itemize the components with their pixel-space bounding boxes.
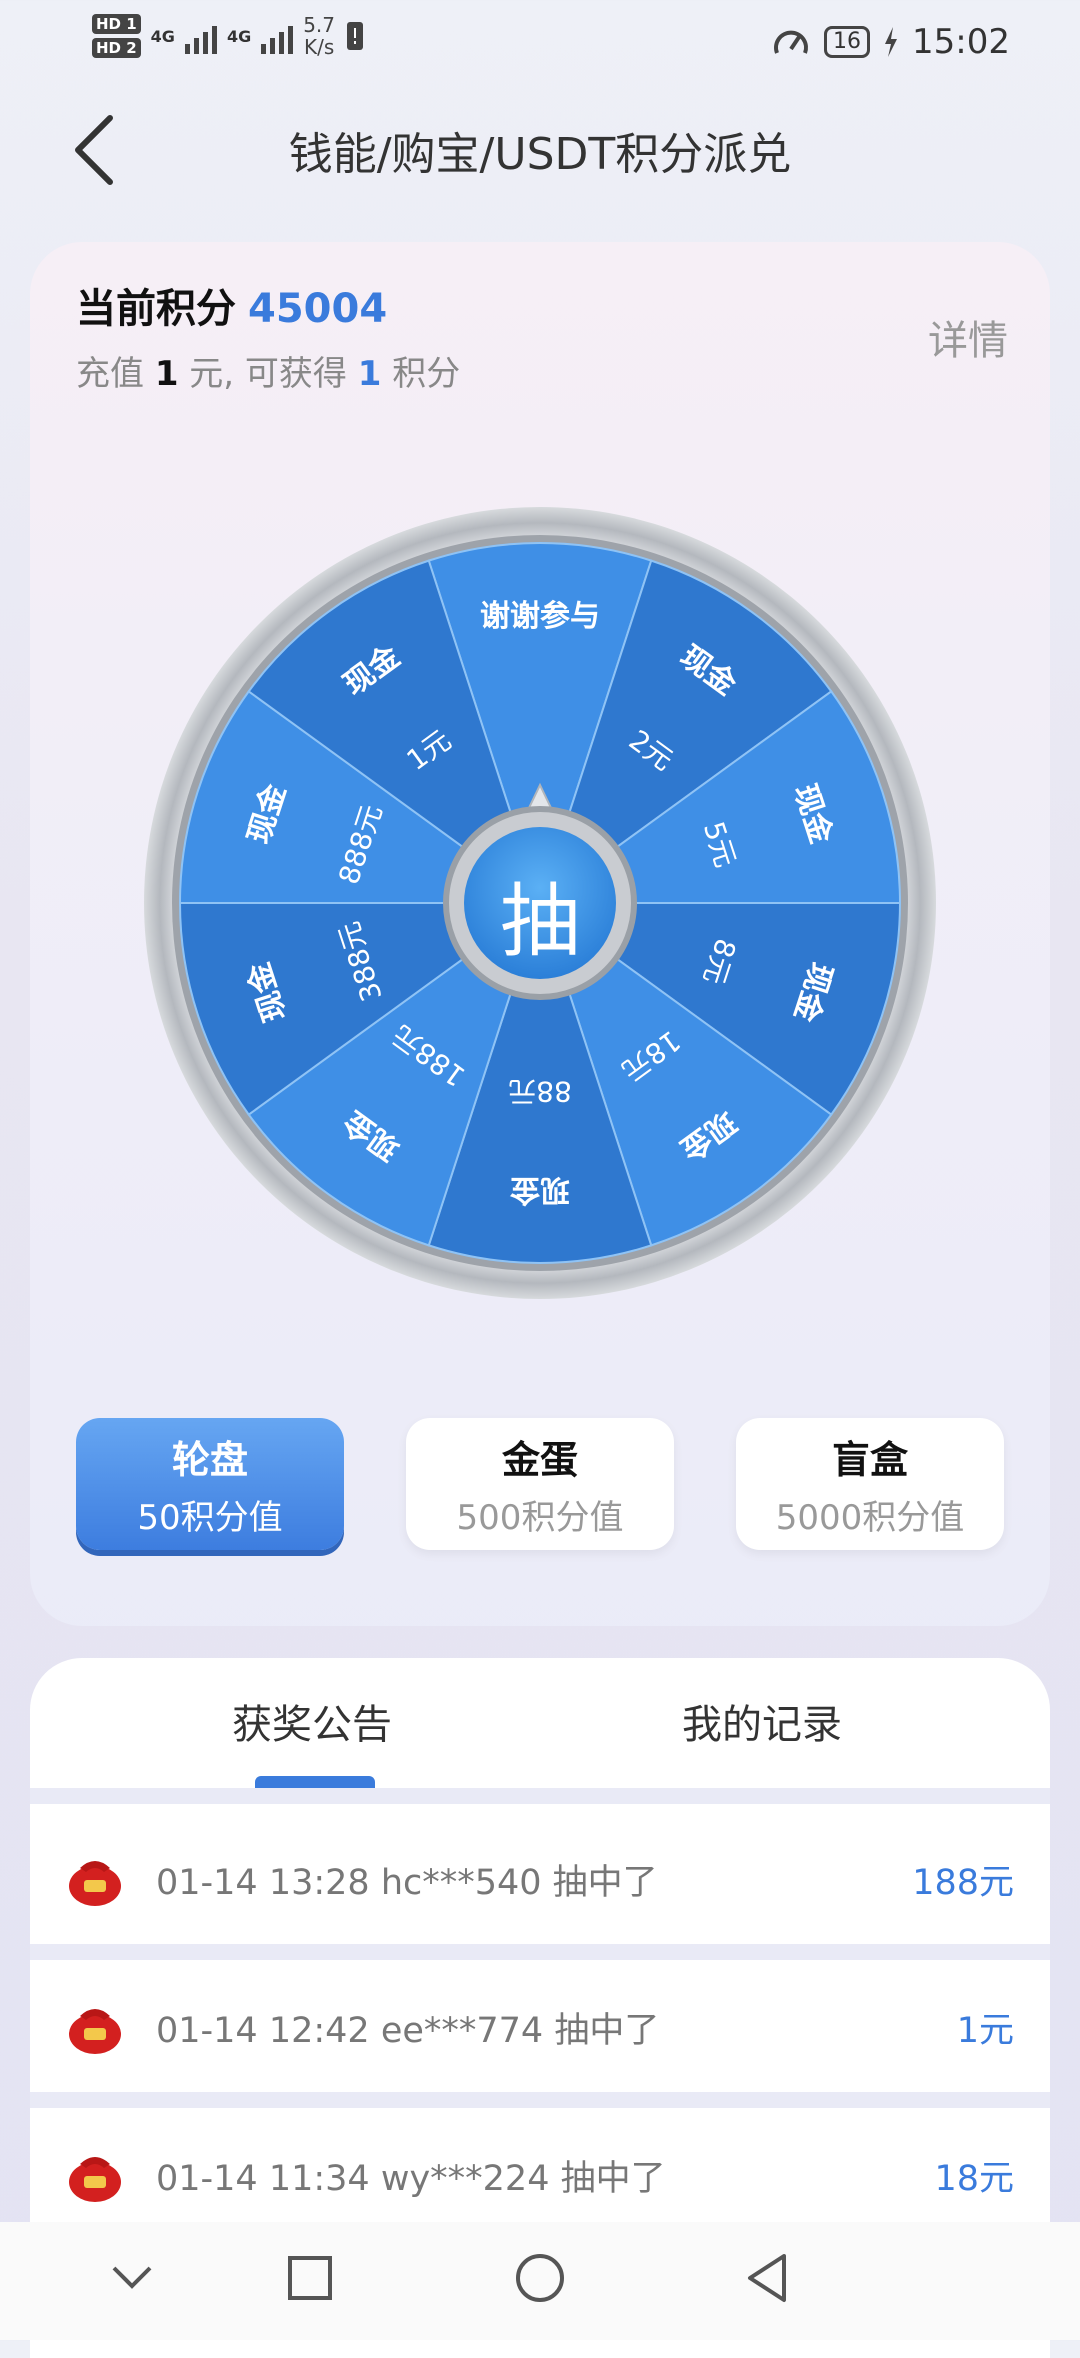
system-navbar (0, 2222, 1080, 2340)
speedometer-icon (774, 30, 808, 54)
hd2-badge: HD 2 (92, 38, 141, 58)
back-triangle-icon[interactable] (744, 2252, 792, 2304)
recharge-mid: 元, 可获得 (189, 354, 347, 394)
recharge-amount: 1 (154, 354, 179, 394)
points-value: 45004 (248, 286, 388, 332)
network-type-2: 4G (226, 26, 252, 46)
page-title: 钱能/购宝/USDT积分派兑 (288, 129, 792, 180)
record-text: 01-14 11:34 wy***224 抽中了 (156, 2159, 666, 2199)
wheel-segment-amount: 88元 (508, 1075, 572, 1108)
status-left: HD 1 HD 2 4G 4G 5.7 K/s (92, 14, 365, 58)
recharge-info: 充值 1 元, 可获得 1 积分 (76, 346, 460, 395)
list-item: 01-14 13:28 hc***540 抽中了 188元 (30, 1812, 1050, 1944)
record-prize: 188元 (912, 1863, 1014, 1903)
mode-cost: 5000积分值 (775, 1498, 965, 1538)
wheel-segment-label: 现金 (510, 1172, 570, 1207)
divider (30, 1944, 1050, 1960)
status-right: 16 15:02 (772, 22, 1010, 62)
status-bar: HD 1 HD 2 4G 4G 5.7 K/s 16 15:02 (0, 0, 1080, 90)
network-speed: 5.7 K/s (303, 14, 335, 58)
mode-golden-egg-button[interactable]: 金蛋 500积分值 (406, 1418, 674, 1550)
mode-cost: 500积分值 (456, 1498, 624, 1538)
speed-value: 5.7 (303, 13, 336, 37)
details-link[interactable]: 详情 (928, 308, 1008, 366)
red-envelope-bag-icon (69, 2009, 121, 2054)
record-text: 01-14 13:28 hc***540 抽中了 (156, 1863, 658, 1903)
points-label: 当前积分 (76, 286, 236, 332)
red-envelope-bag-icon (69, 1861, 121, 1906)
hd1-badge: HD 1 (92, 14, 141, 34)
recharge-points: 1 (357, 354, 382, 394)
alert-icon (347, 22, 364, 50)
tab-announcements[interactable]: 获奖公告 (232, 1692, 392, 1750)
speed-unit: K/s (303, 35, 335, 59)
list-item: 01-14 11:34 wy***224 抽中了 18元 (30, 2108, 1050, 2240)
mode-name: 盲盒 (831, 1438, 908, 1482)
red-envelope-bag-icon (69, 2157, 121, 2202)
mode-name: 轮盘 (171, 1438, 248, 1482)
record-prize: 1元 (956, 2011, 1014, 2051)
mode-wheel-button[interactable]: 轮盘 50积分值 (76, 1418, 344, 1550)
chevron-down-icon[interactable] (110, 2262, 154, 2292)
active-tab-indicator (255, 1776, 375, 1788)
recharge-prefix: 充值 (76, 354, 144, 394)
battery-level: 16 (824, 26, 871, 58)
draw-button[interactable]: 抽 (465, 840, 615, 990)
mode-cost: 50积分值 (137, 1498, 283, 1538)
signal-icon (184, 18, 217, 54)
list-item: 01-14 12:42 ee***774 抽中了 1元 (30, 1960, 1050, 2092)
charging-icon (885, 27, 898, 57)
clock: 15:02 (912, 22, 1010, 62)
circle-icon[interactable] (514, 2252, 566, 2304)
hd-indicators: HD 1 HD 2 (92, 14, 141, 58)
divider (30, 2092, 1050, 2108)
mode-blind-box-button[interactable]: 盲盒 5000积分值 (736, 1418, 1004, 1550)
current-points: 当前积分 45004 (76, 276, 387, 334)
square-icon[interactable] (286, 2254, 334, 2302)
network-type-1: 4G (150, 26, 175, 46)
tab-my-records[interactable]: 我的记录 (682, 1692, 842, 1750)
mode-name: 金蛋 (501, 1438, 578, 1482)
recharge-suffix: 积分 (392, 354, 461, 394)
record-text: 01-14 12:42 ee***774 抽中了 (156, 2011, 660, 2051)
wheel-segment-label: 谢谢参与 (480, 599, 600, 634)
divider (30, 1788, 1050, 1804)
record-prize: 18元 (934, 2159, 1014, 2199)
signal-icon-2 (261, 18, 294, 54)
